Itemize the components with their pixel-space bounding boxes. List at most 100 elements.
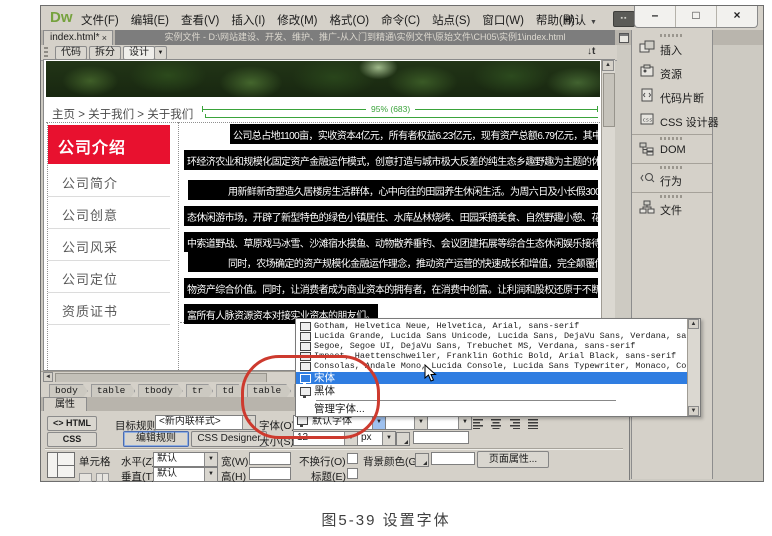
dock-grip-icon[interactable] [660, 137, 684, 140]
table-width-indicator[interactable]: 95% (683) [366, 104, 415, 114]
css-designer-button[interactable]: CSS Designer [191, 431, 267, 447]
scroll-down-icon[interactable]: ▼ [688, 406, 699, 416]
sidebar-item-certificates[interactable]: 资质证书 [48, 292, 170, 325]
align-right-icon[interactable] [510, 416, 522, 434]
panel-insert[interactable]: 插入 [632, 39, 712, 59]
split-view-button[interactable]: 拆分 [89, 46, 121, 60]
align-left-icon[interactable] [473, 416, 485, 434]
dock-grip-icon[interactable] [660, 195, 684, 198]
scroll-left-icon[interactable]: ◄ [43, 372, 53, 382]
page-properties-button[interactable]: 页面属性... [477, 451, 549, 468]
cell-merge-icons [79, 469, 113, 487]
code-view-button[interactable]: 代码 [55, 46, 87, 60]
tab-index-html[interactable]: index.html* × [43, 30, 113, 45]
column-width-line[interactable] [205, 117, 598, 118]
horizontal-align-select[interactable]: 默认▼ [153, 452, 218, 467]
scroll-up-icon[interactable]: ▲ [602, 60, 614, 71]
font-stack-option[interactable]: Segoe, Segoe UI, DejaVu Sans, Trebuchet … [296, 341, 688, 351]
tab-close-icon[interactable]: × [102, 31, 107, 45]
tag-body[interactable]: body [49, 384, 88, 398]
css-mode-button[interactable]: CSS [47, 432, 97, 447]
svg-text:css: css [643, 118, 653, 124]
nowrap-checkbox[interactable] [347, 453, 358, 464]
chevron-down-icon[interactable]: ▼ [458, 416, 471, 429]
maximize-button[interactable]: □ [676, 6, 717, 27]
menu-window[interactable]: 窗口(W) [476, 11, 530, 29]
tag-table[interactable]: table [91, 384, 136, 398]
table-border-guide [178, 122, 179, 370]
vertical-align-select[interactable]: 默认▼ [153, 467, 218, 482]
menu-file[interactable]: 文件(F) [75, 11, 125, 29]
selected-text-line: 同时，农场确定的资产规模化金融运作理念，推动资产运营的快速成长和增值，完全颠覆传… [188, 252, 598, 272]
bg-color-input[interactable] [431, 452, 475, 465]
tab-label: index.html* [50, 32, 99, 43]
close-button[interactable]: × [717, 6, 757, 27]
panel-css-designer[interactable]: css CSS 设计器 [632, 111, 712, 131]
font-stack-option[interactable]: Gotham, Helvetica Neue, Helvetica, Arial… [296, 321, 688, 331]
chevron-down-icon[interactable]: ▼ [204, 468, 217, 481]
minimize-button[interactable]: – [635, 6, 676, 27]
bg-color-swatch[interactable] [415, 453, 429, 467]
sidebar-item-profile[interactable]: 公司简介 [48, 164, 170, 197]
text-color-input[interactable] [413, 431, 469, 444]
design-view-button[interactable]: 设计 [123, 46, 155, 60]
panel-snippets[interactable]: 代码片断 [632, 87, 712, 107]
html-mode-button[interactable]: <> HTML [47, 416, 97, 431]
align-center-icon[interactable] [491, 416, 503, 434]
size-unit-select[interactable]: px▼ [357, 431, 396, 446]
cell-height-input[interactable] [249, 467, 291, 480]
cell-width-input[interactable] [249, 452, 291, 465]
menu-insert[interactable]: 插入(I) [225, 11, 271, 29]
tag-td[interactable]: td [216, 384, 243, 398]
menu-format[interactable]: 格式(O) [323, 11, 375, 29]
edit-rule-button[interactable]: 编辑规则 [123, 431, 189, 447]
target-rule-select[interactable]: <新内联样式>▼ [155, 415, 256, 430]
toolbar-grip-icon[interactable] [44, 47, 48, 57]
merge-cells-icon[interactable] [79, 473, 92, 482]
split-cell-icon[interactable] [96, 473, 109, 482]
tag-tr[interactable]: tr [186, 384, 213, 398]
text-color-swatch[interactable] [396, 432, 410, 446]
sidebar-title-label: 公司介绍 [58, 134, 126, 158]
font-weight-select[interactable]: ▼ [427, 415, 472, 430]
dock-grip-icon[interactable] [660, 34, 684, 37]
scroll-sync-icon[interactable]: ↓t [587, 46, 595, 57]
workspace-switcher[interactable]: 默认▼ [563, 12, 597, 28]
dock-separator [632, 134, 712, 135]
font-stack-option[interactable]: Lucida Grande, Lucida Sans Unicode, Luci… [296, 331, 688, 341]
sidebar-item-style[interactable]: 公司风采 [48, 228, 170, 261]
dock-grip-icon[interactable] [660, 166, 684, 169]
tag-tbody[interactable]: tbody [138, 384, 183, 398]
breadcrumb[interactable]: 主页 > 关于我们 > 关于我们 [52, 106, 193, 122]
sidebar-item-creativity[interactable]: 公司创意 [48, 196, 170, 229]
chevron-down-icon[interactable]: ▼ [414, 416, 427, 429]
dropdown-scrollbar[interactable]: ▲ ▼ [687, 319, 700, 416]
design-view-dropdown-icon[interactable]: ▼ [154, 46, 167, 60]
panel-files[interactable]: 文件 [632, 199, 712, 219]
header-checkbox[interactable] [347, 468, 358, 479]
menu-commands[interactable]: 命令(C) [375, 11, 426, 29]
panel-dom[interactable]: DOM [632, 141, 712, 161]
chevron-down-icon[interactable]: ▼ [204, 453, 217, 466]
insert-icon [639, 40, 655, 59]
font-style-select[interactable]: ▼ [385, 415, 428, 430]
restore-window-icon[interactable] [619, 33, 629, 43]
menu-view[interactable]: 查看(V) [175, 11, 225, 29]
menu-site[interactable]: 站点(S) [426, 11, 476, 29]
menu-modify[interactable]: 修改(M) [271, 11, 323, 29]
extension-badge-icon[interactable]: ▪▪ [613, 11, 635, 27]
panel-assets[interactable]: 资源 [632, 63, 712, 83]
selected-text-line: 环经济农业和规模化固定资产金融运作模式，创意打造与城市极大反差的纯生态乡趣野趣为… [184, 150, 598, 170]
menu-edit[interactable]: 编辑(E) [125, 11, 175, 29]
nowrap-label: 不换行(O) [299, 454, 346, 469]
sidebar-title-block[interactable]: 公司介绍 [48, 125, 170, 164]
panel-behaviors[interactable]: 行为 [632, 170, 712, 190]
properties-tab[interactable]: 属性 [43, 397, 87, 411]
sidebar-item-positioning[interactable]: 公司定位 [48, 260, 170, 293]
align-justify-icon[interactable] [528, 416, 540, 434]
forest-banner-image[interactable] [46, 61, 600, 97]
chevron-down-icon[interactable]: ▼ [382, 432, 395, 445]
scroll-up-icon[interactable]: ▲ [688, 319, 699, 329]
scroll-thumb[interactable] [603, 73, 615, 127]
header-label: 标题(E) [311, 469, 346, 484]
